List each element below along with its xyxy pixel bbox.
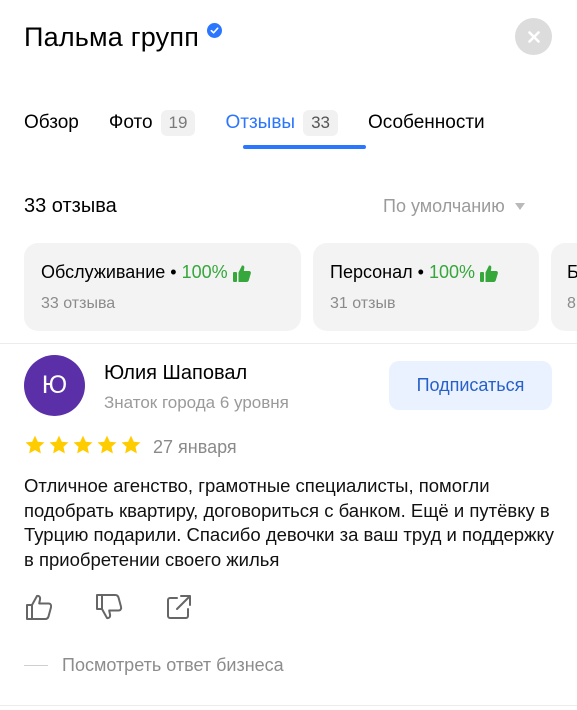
- dislike-icon[interactable]: [94, 592, 124, 622]
- star-icon: [73, 435, 93, 454]
- business-reply-link[interactable]: Посмотреть ответ бизнеса: [24, 655, 284, 676]
- aspect-subtitle: 31 отзыв: [330, 295, 396, 312]
- aspect-card-service[interactable]: Обслуживание • 100% 33 отзыва: [24, 243, 301, 331]
- tab-photos[interactable]: Фото 19: [109, 108, 196, 138]
- tab-count-badge: 19: [160, 110, 196, 136]
- reviews-count-title: 33 отзыва: [24, 195, 117, 217]
- aspect-card-partial[interactable]: Б 8: [551, 243, 577, 331]
- star-icon: [49, 435, 69, 454]
- verified-check-icon: [207, 23, 223, 38]
- review-actions: [24, 592, 234, 622]
- close-button[interactable]: [515, 18, 552, 55]
- aspect-name: Обслуживание: [41, 262, 166, 282]
- subscribe-button[interactable]: Подписаться: [389, 361, 552, 410]
- tab-features[interactable]: Особенности: [368, 108, 485, 138]
- active-tab-indicator: [243, 145, 366, 149]
- aspect-name: Б: [567, 262, 577, 282]
- business-reply-label: Посмотреть ответ бизнеса: [62, 655, 284, 675]
- aspect-percent: 100%: [181, 262, 228, 282]
- tab-label: Обзор: [24, 112, 79, 133]
- star-icon: [25, 435, 45, 454]
- sort-label: По умолчанию: [383, 196, 505, 216]
- section-divider: [0, 343, 577, 344]
- tab-label: Фото: [108, 112, 153, 133]
- tab-label: Особенности: [368, 112, 485, 133]
- star-icon: [121, 435, 141, 454]
- sort-dropdown[interactable]: По умолчанию: [383, 196, 525, 217]
- tab-count-badge: 33: [303, 110, 338, 136]
- close-icon: [527, 30, 540, 43]
- header: Пальма групп: [24, 22, 223, 53]
- tab-bar: Обзор Фото 19 Отзывы 33 Особенности: [24, 108, 515, 138]
- tab-overview[interactable]: Обзор: [24, 108, 79, 138]
- reply-line-divider: [24, 665, 48, 666]
- aspect-separator: •: [412, 262, 429, 282]
- bottom-divider: [0, 705, 577, 706]
- star-icon: [97, 435, 117, 454]
- tab-label: Отзывы: [225, 112, 296, 133]
- tab-reviews[interactable]: Отзывы 33: [225, 108, 338, 138]
- aspect-separator: •: [165, 262, 182, 282]
- avatar[interactable]: Ю: [24, 355, 85, 416]
- aspect-percent: 100%: [428, 262, 475, 282]
- thumbs-up-icon: [232, 264, 251, 282]
- thumbs-up-icon: [480, 264, 498, 282]
- rating-stars: [24, 434, 142, 456]
- like-icon[interactable]: [24, 592, 54, 622]
- review-author-name[interactable]: Юлия Шаповал: [104, 362, 247, 385]
- page-title: Пальма групп: [24, 22, 200, 52]
- aspect-subtitle: 33 отзыва: [41, 295, 116, 312]
- review-text: Отличное агенство, грамотные специалисты…: [24, 475, 555, 570]
- aspect-card-staff[interactable]: Персонал • 100% 31 отзыв: [313, 243, 539, 331]
- review-date: 27 января: [153, 437, 237, 457]
- sort-arrow-icon: [514, 203, 525, 210]
- review-author-level: Знаток города 6 уровня: [104, 393, 289, 412]
- share-icon[interactable]: [164, 592, 194, 622]
- aspect-subtitle: 8: [567, 295, 576, 312]
- aspect-name: Персонал: [330, 262, 413, 282]
